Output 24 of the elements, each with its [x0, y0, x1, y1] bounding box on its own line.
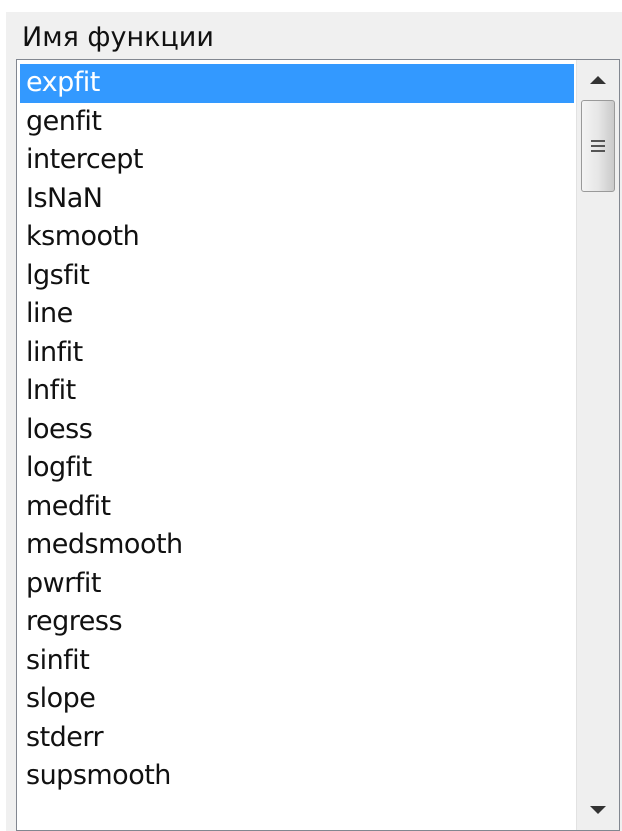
down-arrow-icon — [590, 806, 606, 814]
list-item[interactable]: loess — [20, 410, 574, 449]
list-item[interactable]: medsmooth — [20, 526, 574, 564]
list-item[interactable]: intercept — [20, 141, 574, 180]
list-item[interactable]: supsmooth — [20, 757, 574, 796]
scrollbar[interactable] — [576, 60, 619, 830]
list-item[interactable]: line — [20, 295, 574, 334]
list-item[interactable]: regress — [20, 603, 574, 642]
list-item[interactable]: sinfit — [20, 642, 574, 680]
list-item[interactable]: IsNaN — [20, 180, 574, 218]
list-item[interactable]: logfit — [20, 449, 574, 488]
list-item[interactable]: lgsfit — [20, 256, 574, 295]
list-item[interactable]: ksmooth — [20, 218, 574, 256]
up-arrow-icon — [590, 76, 606, 84]
grip-icon — [591, 139, 605, 153]
field-label: Имя функции — [22, 22, 214, 53]
list-item[interactable]: lnfit — [20, 372, 574, 410]
list-item[interactable]: linfit — [20, 334, 574, 372]
scroll-thumb[interactable] — [581, 100, 615, 192]
list-item[interactable]: medfit — [20, 488, 574, 526]
list-item[interactable]: pwrfit — [20, 564, 574, 603]
list-item[interactable]: stderr — [20, 718, 574, 757]
list-item[interactable]: slope — [20, 680, 574, 718]
list-item[interactable]: genfit — [20, 102, 574, 141]
